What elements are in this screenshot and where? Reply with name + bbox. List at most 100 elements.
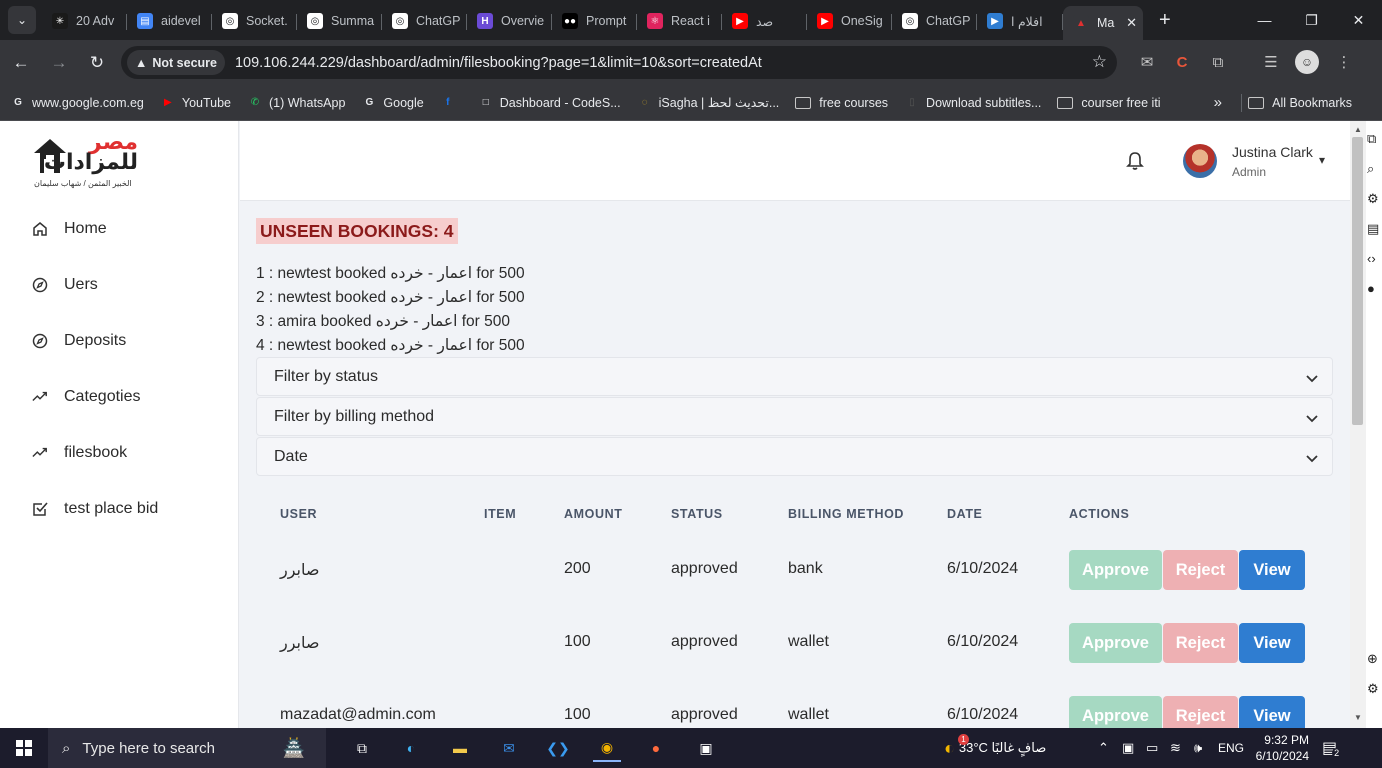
clock[interactable]: 9:32 PM 6/10/2024 bbox=[1255, 728, 1309, 768]
sidebar-item-uers[interactable]: Uers bbox=[32, 276, 98, 294]
browser-tab[interactable]: ◎ Socket. bbox=[212, 6, 297, 36]
side-panel-add-icon[interactable]: ⊕ bbox=[1367, 651, 1378, 667]
search-highlight-icon[interactable]: 🏯 bbox=[262, 734, 326, 762]
bookmark-item[interactable]: f bbox=[440, 95, 462, 111]
tab-search-button[interactable]: ⌄ bbox=[8, 6, 36, 34]
reject-button[interactable]: Reject bbox=[1163, 696, 1238, 728]
bookmark-item[interactable]: ▶ YouTube bbox=[160, 95, 231, 111]
user-avatar[interactable] bbox=[1183, 144, 1217, 178]
bookmark-item[interactable]: courser free iti bbox=[1057, 96, 1161, 110]
bookmark-item[interactable]: ✆ (1) WhatsApp bbox=[247, 95, 346, 111]
volume-icon[interactable]: 🕪 bbox=[1194, 728, 1202, 768]
reject-button[interactable]: Reject bbox=[1163, 550, 1238, 590]
view-button[interactable]: View bbox=[1239, 696, 1305, 728]
extension-mail-icon[interactable]: ✉ bbox=[1135, 50, 1159, 74]
sidebar-item-home[interactable]: Home bbox=[32, 220, 107, 238]
windows-start-icon[interactable] bbox=[0, 728, 48, 768]
view-button[interactable]: View bbox=[1239, 623, 1305, 663]
browser-tab[interactable]: ⚛ React i bbox=[637, 6, 722, 36]
restore-icon[interactable]: ❐ bbox=[1288, 0, 1335, 40]
battery-icon[interactable]: ▭ bbox=[1146, 728, 1158, 768]
side-panel-code-icon[interactable]: ‹› bbox=[1367, 251, 1376, 266]
bell-icon[interactable] bbox=[1126, 151, 1144, 171]
sidebar-item-categoties[interactable]: Categoties bbox=[32, 388, 141, 406]
side-panel-js-icon[interactable]: ● bbox=[1367, 281, 1375, 296]
scroll-up-icon[interactable]: ▲ bbox=[1354, 125, 1362, 134]
reload-button[interactable]: ↻ bbox=[80, 46, 114, 80]
bookmark-item[interactable]: Gwww.google.com.eg bbox=[10, 95, 144, 111]
sidebar-item-filesbook[interactable]: filesbook bbox=[32, 444, 127, 462]
chevron-down-icon[interactable]: ▾ bbox=[1319, 153, 1325, 167]
scrollbar-thumb[interactable] bbox=[1352, 137, 1363, 425]
browser-tab[interactable]: H Overvie bbox=[467, 6, 552, 36]
side-panel-tool-icon[interactable]: ⚙ bbox=[1367, 191, 1379, 207]
filter-dropdown[interactable]: Filter by billing method bbox=[256, 397, 1333, 436]
language-indicator[interactable]: ENG bbox=[1218, 728, 1244, 768]
media-control-icon[interactable]: ☰ bbox=[1259, 50, 1283, 74]
filter-dropdown[interactable]: Filter by status bbox=[256, 357, 1333, 396]
url-text[interactable]: 109.106.244.229/dashboard/admin/filesboo… bbox=[235, 55, 762, 71]
mail-icon[interactable]: ✉ bbox=[495, 734, 523, 762]
table-column-header: BILLING METHOD bbox=[788, 507, 905, 521]
sidebar-item-deposits[interactable]: Deposits bbox=[32, 332, 126, 350]
user-name[interactable]: Justina Clark bbox=[1232, 144, 1313, 160]
menu-dots-icon[interactable]: ⋮ bbox=[1332, 50, 1356, 74]
side-panel-doc-icon[interactable]: ▤ bbox=[1367, 221, 1379, 237]
security-chip[interactable]: ▲ Not secure bbox=[127, 50, 225, 75]
address-bar[interactable]: ▲ Not secure 109.106.244.229/dashboard/a… bbox=[121, 46, 1117, 79]
approve-button[interactable]: Approve bbox=[1069, 623, 1162, 663]
bookmark-star-icon[interactable]: ☆ bbox=[1092, 52, 1107, 72]
forward-button[interactable]: → bbox=[42, 46, 76, 80]
notifications-icon[interactable]: ▤ 2 bbox=[1322, 728, 1342, 768]
bookmark-item[interactable]: ▯ Download subtitles... bbox=[904, 95, 1041, 111]
browser-tab[interactable]: ▤ aidevel bbox=[127, 6, 212, 36]
tray-app-icon[interactable]: ▣ bbox=[1122, 728, 1134, 768]
browser-tab[interactable]: ▶ صد bbox=[722, 6, 807, 36]
extensions-puzzle-icon[interactable]: ⧉ bbox=[1206, 50, 1230, 74]
edge-icon[interactable]: ◐ bbox=[397, 734, 425, 762]
browser-tab[interactable]: ✳ 20 Adv bbox=[42, 6, 127, 36]
vscode-icon[interactable]: ❮❯ bbox=[544, 734, 572, 762]
bookmark-item[interactable]: G Google bbox=[361, 95, 424, 111]
bookmark-item[interactable]: free courses bbox=[795, 96, 888, 110]
chrome-icon[interactable]: ◉ bbox=[593, 734, 621, 762]
sidebar-item-test-place-bid[interactable]: test place bid bbox=[32, 500, 158, 518]
weather-widget[interactable]: ◐ 1 33°C صافٍ غالبًا bbox=[944, 728, 1046, 768]
filter-dropdown[interactable]: Date bbox=[256, 437, 1333, 476]
extension-c-icon[interactable]: C bbox=[1170, 50, 1194, 74]
tab-active[interactable]: ▲ Ma ✕ bbox=[1063, 6, 1143, 40]
browser-tab[interactable]: ▶ افلام ا bbox=[977, 6, 1063, 36]
new-tab-button[interactable]: + bbox=[1159, 9, 1171, 32]
bookmarks-overflow-icon[interactable]: » bbox=[1214, 94, 1222, 111]
browser-tab[interactable]: ●● Prompt bbox=[552, 6, 637, 36]
window-close-icon[interactable]: ✕ bbox=[1335, 0, 1382, 40]
page-scrollbar[interactable]: ▲ ▼ bbox=[1350, 121, 1366, 728]
wifi-icon[interactable]: ≋ bbox=[1170, 728, 1181, 768]
bookmark-item[interactable]: □ Dashboard - CodeS... bbox=[478, 95, 621, 111]
view-button[interactable]: View bbox=[1239, 550, 1305, 590]
file-explorer-icon[interactable]: ▬ bbox=[446, 734, 474, 762]
bookmark-item[interactable]: ◌ iSagha | تحديث لحظ... bbox=[637, 95, 780, 111]
back-button[interactable]: ← bbox=[4, 46, 38, 80]
approve-button[interactable]: Approve bbox=[1069, 550, 1162, 590]
tray-chevron-icon[interactable]: ⌃ bbox=[1098, 728, 1109, 768]
all-bookmarks-button[interactable]: All Bookmarks bbox=[1248, 96, 1352, 110]
browser-tab[interactable]: ◎ ChatGP bbox=[892, 6, 977, 36]
minimize-icon[interactable]: — bbox=[1241, 0, 1288, 40]
side-panel-settings-icon[interactable]: ⚙ bbox=[1367, 681, 1379, 697]
browser-tab[interactable]: ◎ ChatGP bbox=[382, 6, 467, 36]
browser-tab[interactable]: ◎ Summa bbox=[297, 6, 382, 36]
browser-tab[interactable]: ▶ OneSig bbox=[807, 6, 892, 36]
brand-logo[interactable]: مصر للمزادات الخبير المثمن / شهاب سليمان bbox=[30, 131, 142, 191]
close-icon[interactable]: ✕ bbox=[1126, 15, 1137, 31]
task-view-icon[interactable]: ⧉ bbox=[348, 734, 376, 762]
postman-icon[interactable]: ● bbox=[642, 734, 670, 762]
side-panel-search-icon[interactable]: ⌕ bbox=[1367, 161, 1374, 177]
network-app-icon[interactable]: ▣ bbox=[692, 734, 720, 762]
bookmark-favicon-icon: ◌ bbox=[641, 97, 648, 108]
side-panel-copy-icon[interactable]: ⧉ bbox=[1367, 131, 1376, 147]
profile-avatar-icon[interactable]: ☺ bbox=[1295, 50, 1319, 74]
scroll-down-icon[interactable]: ▼ bbox=[1354, 713, 1362, 722]
approve-button[interactable]: Approve bbox=[1069, 696, 1162, 728]
reject-button[interactable]: Reject bbox=[1163, 623, 1238, 663]
